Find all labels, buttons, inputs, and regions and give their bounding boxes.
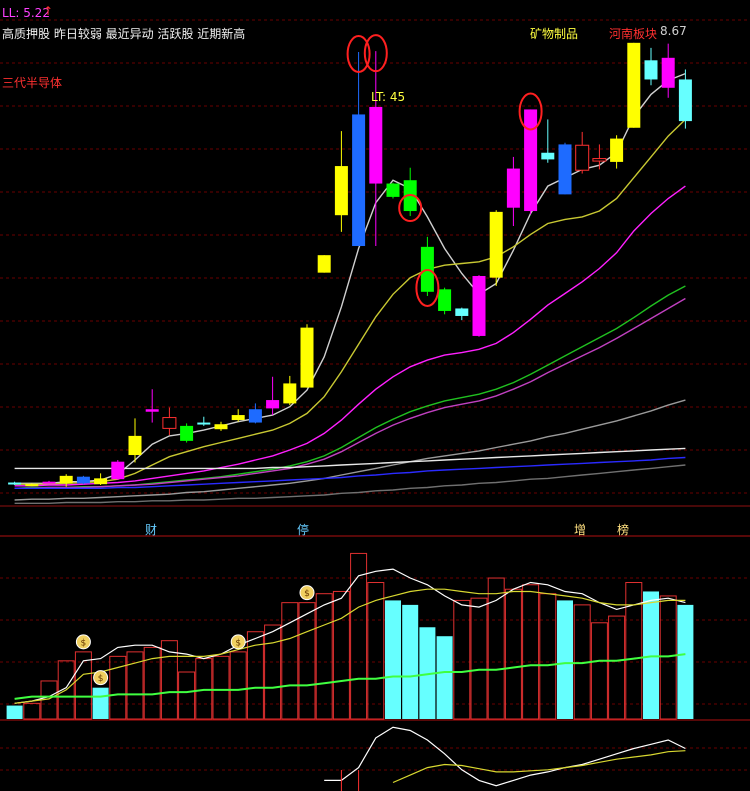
volume-bar-23: [402, 604, 419, 719]
candle-body-12: [214, 424, 228, 430]
sector-label-right: 河南板块: [609, 27, 658, 41]
candle-body-4: [76, 476, 90, 484]
ma-line-3: [14, 185, 686, 487]
volume-bar-15: [264, 624, 282, 720]
volume-bar-1: [23, 702, 41, 720]
volume-bar-35: [608, 615, 626, 720]
volume-bar-30: [522, 584, 540, 720]
candle-body-27: [472, 275, 486, 336]
marker-ting: 停: [297, 523, 310, 537]
volume-bar-5: [92, 687, 109, 719]
candle-body-39: [678, 79, 692, 122]
candle-body-13: [231, 415, 245, 421]
stock-chart: $ $ $ $: [0, 19, 750, 791]
volume-bar-11: [195, 658, 213, 720]
marker-zeng: 增: [574, 523, 587, 537]
candle-body-34: [592, 158, 607, 162]
candle-body-9: [162, 417, 177, 429]
oscillator-panel[interactable]: [324, 726, 686, 791]
volume-bar-0: [6, 705, 23, 719]
volume-ma-line-1: [14, 568, 686, 704]
candle-body-6: [111, 461, 125, 480]
candle-body-28: [489, 211, 503, 278]
volume-bar-18: [315, 593, 333, 720]
volume-ma-line-3: [14, 653, 686, 700]
volume-bar-22: [385, 600, 401, 719]
up-arrow-icon: ↑: [43, 4, 54, 18]
stock-tags: 高质押股 昨日较弱 最近异动 活跃股 近期新高: [2, 27, 246, 41]
candle-body-11: [197, 422, 211, 425]
volume-bar-38: [659, 595, 677, 720]
candle-body-19: [334, 166, 348, 216]
volume-bar-19: [332, 590, 350, 720]
money-bag-glyph-0: $: [81, 638, 87, 648]
high-price-label: 8.67: [660, 24, 687, 38]
candle-body-32: [558, 144, 572, 195]
candle-body-31: [541, 152, 555, 160]
candle-body-2: [42, 481, 56, 484]
volume-bar-29: [504, 588, 522, 720]
volume-bar-39: [677, 604, 694, 719]
osc-line-2: [392, 750, 686, 784]
volume-bar-27: [470, 597, 488, 720]
marker-bang: 榜: [617, 523, 630, 537]
candle-body-29: [506, 168, 520, 208]
volume-bar-13: [229, 651, 247, 720]
money-bag-glyph-1: $: [98, 674, 104, 684]
volume-bar-28: [487, 577, 505, 720]
candle-body-15: [266, 400, 280, 409]
candle-body-3: [59, 475, 73, 484]
candle-body-38: [661, 57, 675, 88]
candle-body-10: [180, 425, 194, 441]
money-bag-glyph-2: $: [235, 638, 241, 648]
candle-body-17: [300, 327, 314, 388]
candle-body-25: [438, 289, 452, 311]
volume-bar-20: [350, 552, 368, 720]
osc-line-1: [324, 726, 686, 787]
candle-body-35: [610, 138, 624, 162]
candle-body-8: [145, 409, 159, 412]
candle-body-16: [283, 383, 297, 404]
volume-bar-37: [643, 591, 659, 719]
volume-bar-12: [212, 655, 230, 720]
ma-line-4: [14, 285, 686, 489]
candle-body-22: [386, 183, 400, 197]
candle-body-18: [317, 255, 331, 273]
volume-ma-line-2: [14, 588, 686, 704]
candle-body-1: [25, 484, 39, 487]
candle-body-0: [8, 482, 22, 485]
volume-bar-26: [453, 599, 471, 720]
candle-body-7: [128, 435, 142, 456]
volume-bar-31: [539, 593, 557, 720]
volume-bar-4: [74, 651, 92, 720]
candle-body-20: [352, 114, 366, 247]
ma-line-5: [14, 297, 686, 489]
candle-body-30: [524, 109, 538, 212]
candle-body-5: [94, 478, 108, 485]
volume-bar-25: [436, 636, 453, 719]
candle-body-21: [369, 106, 383, 184]
ma-line-2: [14, 118, 686, 485]
candle-body-37: [644, 60, 658, 80]
candle-body-36: [627, 42, 641, 128]
candle-body-26: [455, 308, 469, 316]
sector-label-left: 三代半导体: [2, 76, 63, 90]
money-bag-glyph-3: $: [304, 589, 310, 599]
lt-label: LT: 45: [371, 90, 406, 104]
volume-bar-10: [178, 671, 196, 720]
candle-body-33: [575, 144, 590, 171]
volume-bar-32: [557, 600, 573, 719]
sector-label-mid: 矿物制品: [530, 27, 579, 41]
marker-cai: 财: [145, 523, 158, 537]
candle-body-14: [248, 409, 262, 423]
volume-bar-34: [590, 622, 608, 720]
price-panel[interactable]: [8, 42, 692, 504]
